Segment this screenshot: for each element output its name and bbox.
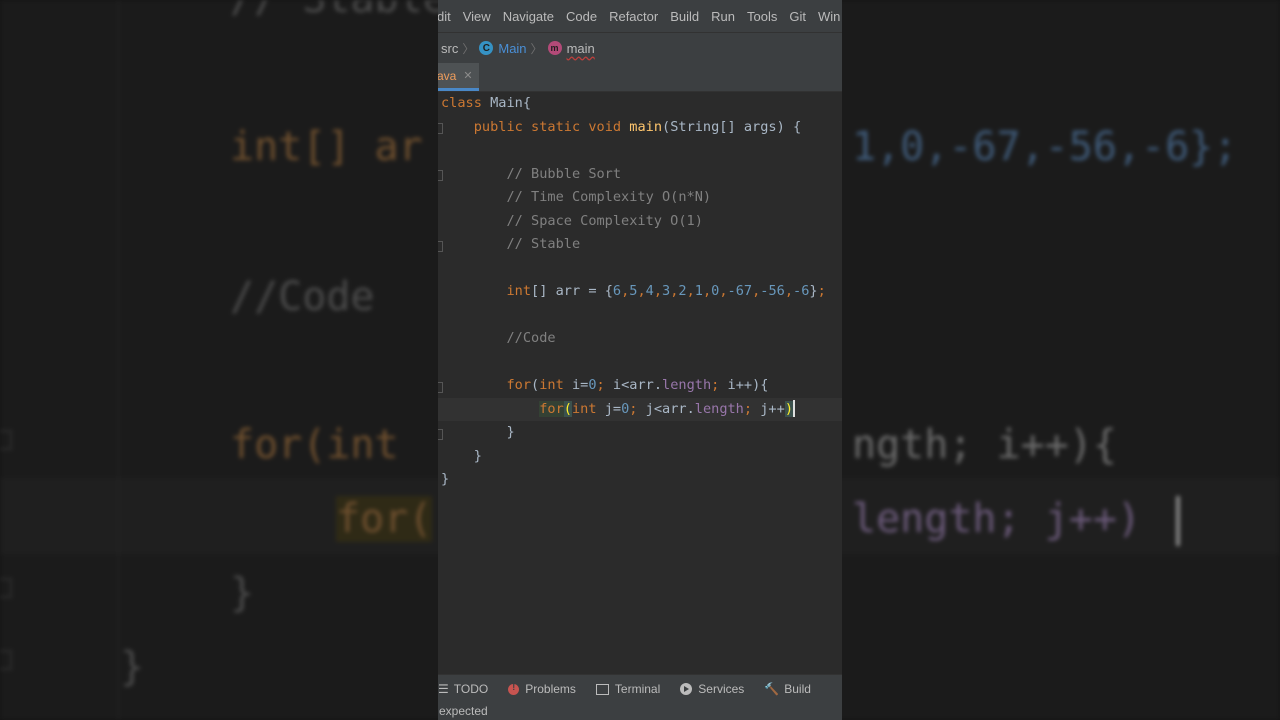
background-text: ngth; i++){	[852, 422, 1117, 468]
chevron-right-icon: 〉	[530, 41, 543, 56]
code-line-4: // Bubble Sort	[441, 163, 621, 185]
menu-code[interactable]: Code	[566, 9, 597, 24]
menu-build[interactable]: Build	[670, 9, 699, 24]
status-bar: expected	[438, 702, 842, 720]
menu-bar: dit View Navigate Code Refactor Build Ru…	[438, 0, 842, 32]
comment-text: // Stable	[441, 236, 581, 252]
background-fold-icon	[0, 430, 12, 450]
background-gutter-divider	[118, 0, 119, 720]
menu-git[interactable]: Git	[789, 9, 806, 24]
code-line-6: // Space Complexity O(1)	[441, 210, 703, 232]
background-fold-icon	[0, 650, 12, 670]
terminal-icon	[595, 683, 609, 695]
code-line-1: class Main{	[441, 95, 532, 111]
menu-navigate[interactable]: Navigate	[503, 9, 554, 24]
terminal-label: Terminal	[614, 682, 661, 696]
tool-window-bar: ☰ TODO Problems Terminal Services 🔨 Buil…	[438, 674, 842, 703]
menu-run[interactable]: Run	[711, 9, 735, 24]
code-line-9: int[] arr = {6,5,4,3,2,1,0,-67,-56,-6};	[506, 283, 826, 299]
menu-edit[interactable]: dit	[438, 9, 451, 24]
chevron-right-icon: 〉	[462, 41, 475, 56]
build-tool-button[interactable]: 🔨 Build	[764, 682, 811, 696]
menu-tools[interactable]: Tools	[747, 9, 777, 24]
comment-text: // Time Complexity O(n*N)	[441, 189, 712, 205]
breadcrumb: src 〉 C Main 〉 m main	[438, 32, 842, 64]
background-text: }	[230, 570, 255, 616]
code-line-7: // Stable	[441, 233, 580, 255]
background-caret	[1176, 496, 1180, 546]
code-line-5: // Time Complexity O(n*N)	[441, 186, 711, 208]
list-icon: ☰	[438, 682, 449, 696]
code-line-17: }	[441, 471, 450, 487]
breadcrumb-src-label: src	[441, 40, 459, 56]
background-text: 1,0,-67,-56,-6};	[852, 124, 1238, 170]
tab-label: ava	[438, 68, 457, 83]
ide-window: dit View Navigate Code Refactor Build Ru…	[438, 0, 842, 720]
code-line-15: }	[441, 424, 515, 440]
background-text: // Stable	[230, 0, 447, 22]
status-message: expected	[439, 704, 488, 718]
build-label: Build	[784, 682, 811, 696]
todo-tool-button[interactable]: ☰ TODO	[438, 682, 488, 696]
services-label: Services	[698, 682, 745, 696]
breadcrumb-class-label: Main	[498, 40, 527, 56]
menu-refactor[interactable]: Refactor	[609, 9, 658, 24]
editor-tab-bar: ava ✕	[438, 63, 842, 92]
method-icon: m	[547, 41, 562, 55]
services-icon	[680, 683, 693, 695]
comment-text: // Space Complexity O(1)	[441, 212, 703, 229]
todo-label: TODO	[453, 682, 489, 696]
breadcrumb-src[interactable]: src	[441, 41, 458, 56]
code-line-14: for(int j=0; j<arr.length; j++)	[539, 400, 795, 417]
code-editor[interactable]: class Main{ public static void main(Stri…	[438, 92, 842, 674]
background-fold-icon	[0, 578, 12, 598]
hammer-icon: 🔨	[764, 682, 780, 696]
problems-tool-button[interactable]: Problems	[508, 682, 576, 696]
background-text: }	[120, 644, 145, 690]
comment-text: //Code	[441, 330, 556, 346]
terminal-tool-button[interactable]: Terminal	[595, 682, 661, 696]
tab-main-java[interactable]: ava ✕	[438, 63, 479, 91]
background-text: int[] ar	[230, 124, 423, 170]
background-text: length; j++)	[852, 496, 1141, 542]
menu-window[interactable]: Win	[818, 9, 840, 24]
error-icon	[508, 682, 520, 695]
breadcrumb-class[interactable]: C Main	[479, 40, 527, 56]
code-line-11: //Code	[441, 327, 556, 349]
background-text: for(	[336, 496, 433, 542]
code-line-16: }	[441, 447, 482, 464]
problems-label: Problems	[525, 682, 576, 696]
close-icon[interactable]: ✕	[463, 69, 472, 82]
breadcrumb-method-label: main	[566, 40, 595, 56]
code-line-2: public static void main(String[] args) {	[473, 118, 802, 135]
background-text: for(int	[230, 422, 399, 468]
class-icon: C	[479, 41, 494, 55]
services-tool-button[interactable]: Services	[680, 682, 744, 696]
text-caret	[793, 400, 795, 417]
code-line-13: for(int i=0; i<arr.length; i++){	[506, 377, 769, 393]
menu-view[interactable]: View	[463, 9, 491, 24]
background-text: //Code	[230, 274, 375, 320]
comment-text: // Bubble Sort	[441, 165, 622, 182]
breadcrumb-method[interactable]: m main	[547, 40, 595, 56]
